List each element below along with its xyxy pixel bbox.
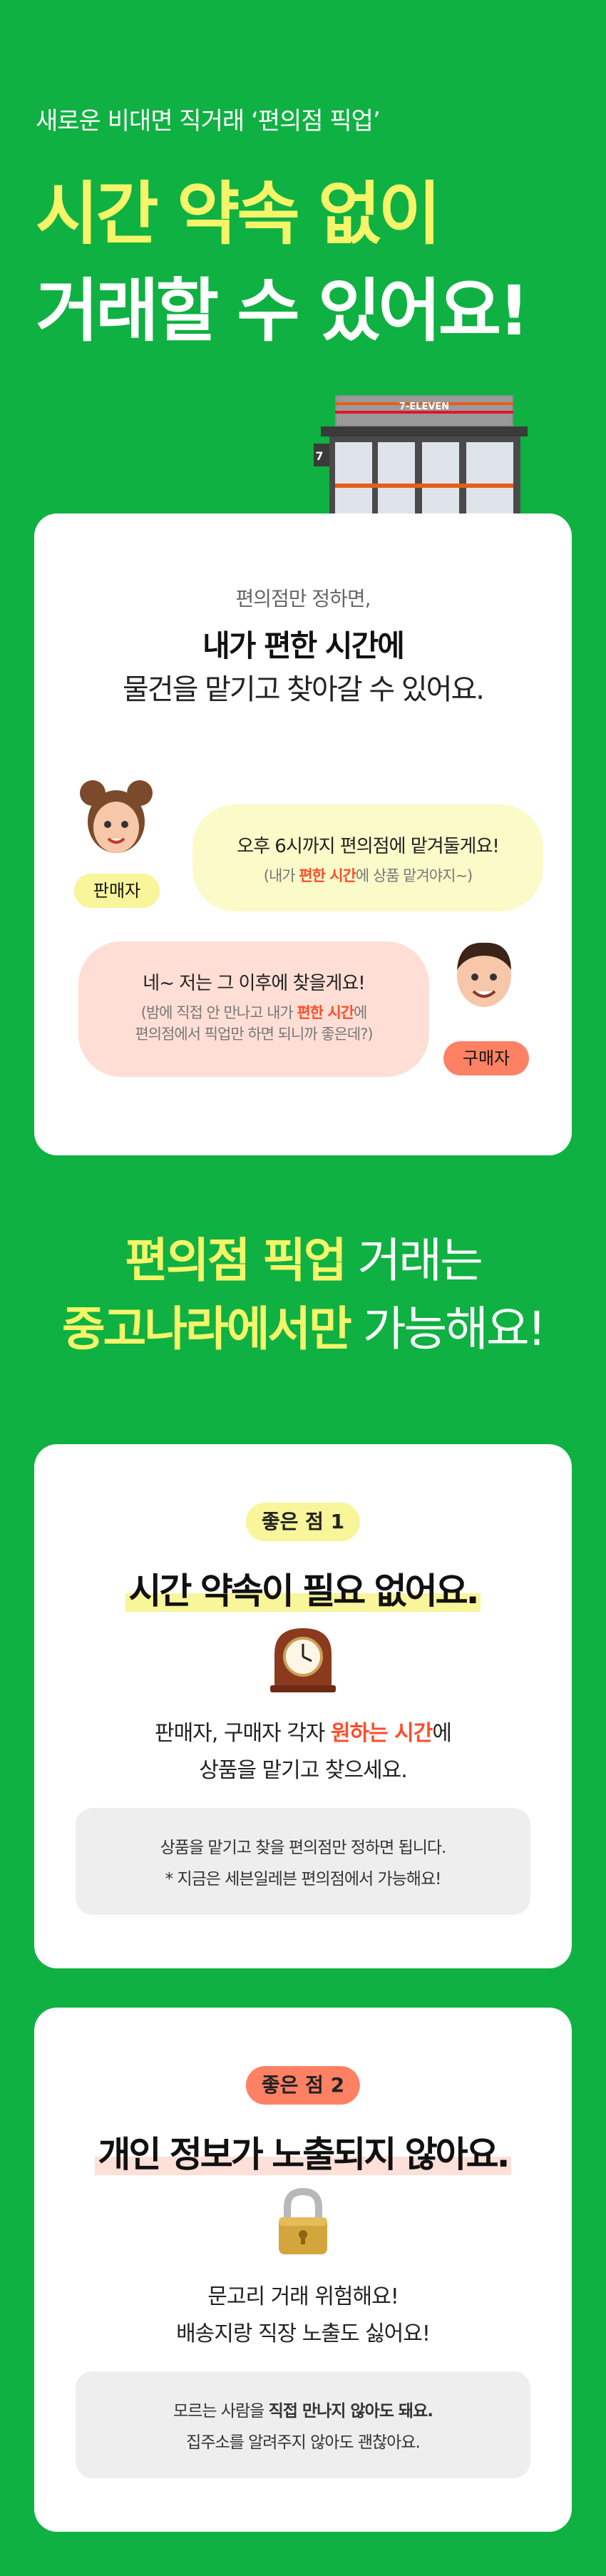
intro-heading: 내가 편한 시간에 <box>202 628 405 663</box>
lock-icon <box>279 2187 327 2254</box>
intro-small-text: 편의점만 정하면, <box>235 587 371 610</box>
section-title-line1: 편의점 픽업 거래는 <box>125 1233 483 1288</box>
benefit-1-note-line2: * 지금은 세븐일레븐 편의점에서 가능해요! <box>165 1870 442 1888</box>
buyer-bubble: 네~ 저는 그 이후에 찾을게요! (밤에 직접 안 만나고 내가 편한 시간에… <box>78 941 429 1077</box>
buyer-avatar-icon <box>457 942 511 1007</box>
subtitle: 새로운 비대면 직거래 ‘편의점 픽업’ <box>36 107 381 136</box>
benefit-1-note: 상품을 맡기고 찾을 편의점만 정하면 됩니다. * 지금은 세븐일레븐 편의점… <box>76 1808 530 1915</box>
benefit-1-note-line1: 상품을 맡기고 찾을 편의점만 정하면 됩니다. <box>160 1839 447 1857</box>
store-sign: 7-ELEVEN <box>399 402 449 412</box>
benefit-1-description: 판매자, 구매자 각자 원하는 시간에 상품을 맡기고 찾으세요. <box>34 1715 572 1789</box>
benefit-2-note-line1: 모르는 사람을 직접 만나지 않아도 돼요. <box>173 2402 433 2421</box>
intro-line: 물건을 맡기고 찾아갈 수 있어요. <box>123 673 485 706</box>
buyer-bubble-sub1: (밤에 직접 안 만나고 내가 편한 시간에 <box>140 1004 368 1021</box>
benefit-2-note: 모르는 사람을 직접 만나지 않아도 돼요. 집주소를 알려주지 않아도 괜찮아… <box>76 2371 530 2478</box>
seller-tag: 판매자 <box>74 874 160 908</box>
intro-card: 편의점만 정하면, 내가 편한 시간에 물건을 맡기고 찾아갈 수 있어요. 판… <box>34 513 572 1155</box>
buyer-bubble-sub2: 편의점에서 픽업만 하면 되니까 좋은데?) <box>135 1026 373 1043</box>
store-side-logo: 7 <box>315 449 323 463</box>
seller-bubble-main: 오후 6시까지 편의점에 맡겨둘게요! <box>237 836 500 857</box>
seller-bubble: 오후 6시까지 편의점에 맡겨둘게요! (내가 편한 시간에 상품 맡겨야지~) <box>192 804 543 911</box>
section-title-line2: 중고나라에서만 가능해요! <box>61 1302 546 1356</box>
benefit-2-pill: 좋은 점 2 <box>245 2066 361 2105</box>
benefit-card-1: 좋은 점 1 시간 약속이 필요 없어요. 판매자, 구매자 각자 원하는 시간… <box>34 1444 572 1968</box>
benefit-2-desc-line1: 문고리 거래 위험해요! <box>207 2284 399 2309</box>
headline-line1: 시간 약속 없이 <box>36 174 441 254</box>
clock-icon <box>270 1628 336 1692</box>
benefit-1-title: 시간 약속이 필요 없어요. <box>34 1563 572 1614</box>
benefit-card-2: 좋은 점 2 개인 정보가 노출되지 않아요. 문고리 거래 위험해요! 배송지… <box>34 2008 572 2532</box>
buyer-tag: 구매자 <box>443 1041 529 1075</box>
benefit-2-desc-line2: 배송지랑 직장 노출도 싫어요! <box>176 2321 431 2346</box>
benefit-1-desc-line2: 상품을 맡기고 찾으세요. <box>199 1758 408 1783</box>
seller-avatar-icon <box>80 780 153 853</box>
buyer-bubble-main: 네~ 저는 그 이후에 찾을게요! <box>143 973 365 994</box>
benefit-2-description: 문고리 거래 위험해요! 배송지랑 직장 노출도 싫어요! <box>34 2279 572 2353</box>
benefit-1-pill: 좋은 점 1 <box>245 1503 361 1541</box>
headline: 시간 약속 없이 거래할 수 있어요! <box>36 165 530 359</box>
benefit-2-title: 개인 정보가 노출되지 않아요. <box>34 2126 572 2177</box>
seller-bubble-sub: (내가 편한 시간에 상품 맡겨야지~) <box>263 867 473 884</box>
benefit-1-desc-line1: 판매자, 구매자 각자 원하는 시간에 <box>154 1721 452 1746</box>
headline-line2: 거래할 수 있어요! <box>36 271 530 351</box>
benefit-2-note-line2: 집주소를 알려주지 않아도 괜찮아요. <box>186 2433 421 2452</box>
